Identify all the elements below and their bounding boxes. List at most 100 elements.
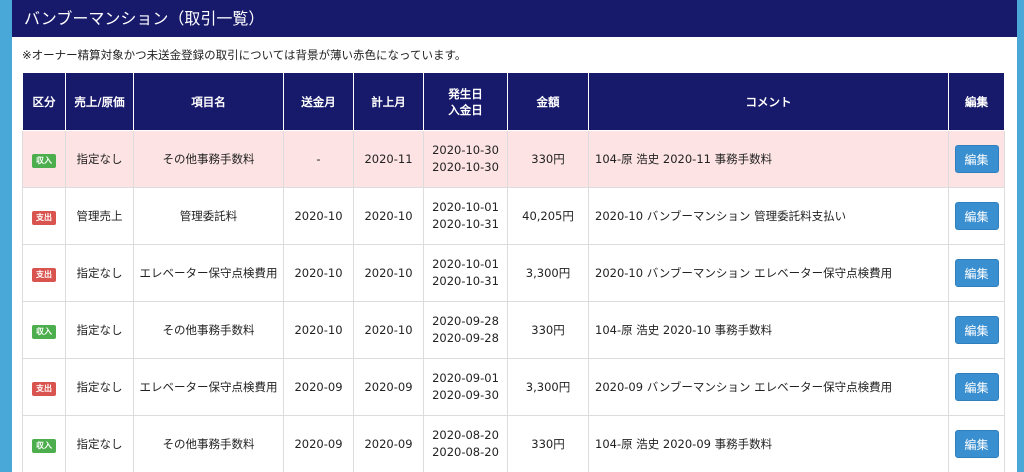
edit-cell: 編集 (948, 130, 1005, 188)
header-book-month: 計上月 (353, 72, 424, 131)
occurred-date: 2020-09-01 (432, 371, 499, 385)
comment-cell: 104-原 浩史 2020-11 事務手数料 (588, 130, 949, 188)
remit-month-cell: 2020-09 (283, 415, 354, 472)
book-month-cell: 2020-09 (353, 415, 424, 472)
book-month-cell: 2020-10 (353, 244, 424, 302)
edit-cell: 編集 (948, 187, 1005, 245)
remit-month-cell: 2020-10 (283, 244, 354, 302)
edit-button[interactable]: 編集 (954, 316, 999, 344)
item-cell: エレベーター保守点検費用 (133, 244, 284, 302)
header-dates: 発生日 入金日 (423, 72, 508, 131)
edit-cell: 編集 (948, 301, 1005, 359)
remit-month-cell: 2020-10 (283, 187, 354, 245)
table-header-row: 区分 売上/原価 項目名 送金月 計上月 発生日 入金日 金額 コメント 編集 (22, 72, 1005, 131)
table-row: 収入 指定なし その他事務手数料 2020-10 2020-10 2020-09-28 20… (22, 301, 1005, 359)
table-row: 収入 指定なし その他事務手数料 2020-09 2020-09 2020-08-20 20… (22, 415, 1005, 472)
table-row: 支出 指定なし エレベーター保守点検費用 2020-10 2020-10 2020-10-… (22, 244, 1005, 302)
header-occurred-date: 発生日 (448, 86, 483, 101)
comment-cell: 104-原 浩史 2020-09 事務手数料 (588, 415, 949, 472)
amount-cell: 3,300円 (507, 358, 589, 416)
sales-cost-cell: 指定なし (65, 415, 134, 472)
header-paid-date: 入金日 (448, 102, 483, 117)
comment-cell: 104-原 浩史 2020-10 事務手数料 (588, 301, 949, 359)
header-amount: 金額 (507, 72, 589, 131)
amount-cell: 3,300円 (507, 244, 589, 302)
income-badge: 収入 (32, 153, 56, 168)
paid-date: 2020-10-31 (432, 217, 499, 231)
page-title: バンブーマンション（取引一覧） (12, 0, 1017, 37)
remit-month-cell: 2020-10 (283, 301, 354, 359)
highlight-note: ※オーナー精算対象かつ未送金登録の取引については背景が薄い赤色になっています。 (22, 48, 467, 62)
item-cell: 管理委託料 (133, 187, 284, 245)
sales-cost-cell: 指定なし (65, 358, 134, 416)
edit-cell: 編集 (948, 358, 1005, 416)
main-panel: バンブーマンション（取引一覧） ※オーナー精算対象かつ未送金登録の取引については… (12, 0, 1017, 472)
dates-cell: 2020-10-30 2020-10-30 (423, 130, 508, 188)
header-sales-cost: 売上/原価 (65, 72, 134, 131)
edit-cell: 編集 (948, 244, 1005, 302)
dates-cell: 2020-10-01 2020-10-31 (423, 244, 508, 302)
amount-cell: 330円 (507, 301, 589, 359)
expense-badge: 支出 (32, 267, 56, 282)
sales-cost-cell: 指定なし (65, 244, 134, 302)
occurred-date: 2020-10-01 (432, 257, 499, 271)
edit-cell: 編集 (948, 415, 1005, 472)
book-month-cell: 2020-10 (353, 187, 424, 245)
occurred-date: 2020-10-01 (432, 200, 499, 214)
paid-date: 2020-10-30 (432, 160, 499, 174)
sales-cost-cell: 指定なし (65, 301, 134, 359)
expense-badge: 支出 (32, 210, 56, 225)
income-badge: 収入 (32, 438, 56, 453)
edit-button[interactable]: 編集 (954, 145, 999, 173)
occurred-date: 2020-08-20 (432, 428, 499, 442)
table-row: 支出 管理売上 管理委託料 2020-10 2020-10 2020-10-01 2020-… (22, 187, 1005, 245)
header-item: 項目名 (133, 72, 284, 131)
header-remit-month: 送金月 (283, 72, 354, 131)
item-cell: その他事務手数料 (133, 415, 284, 472)
amount-cell: 330円 (507, 415, 589, 472)
item-cell: その他事務手数料 (133, 301, 284, 359)
book-month-cell: 2020-11 (353, 130, 424, 188)
income-badge: 収入 (32, 324, 56, 339)
table-row: 支出 指定なし エレベーター保守点検費用 2020-09 2020-09 2020-09-… (22, 358, 1005, 416)
item-cell: エレベーター保守点検費用 (133, 358, 284, 416)
amount-cell: 330円 (507, 130, 589, 188)
comment-cell: 2020-10 バンブーマンション エレベーター保守点検費用 (588, 244, 949, 302)
sales-cost-cell: 管理売上 (65, 187, 134, 245)
paid-date: 2020-08-20 (432, 445, 499, 459)
paid-date: 2020-10-31 (432, 274, 499, 288)
book-month-cell: 2020-09 (353, 358, 424, 416)
occurred-date: 2020-10-30 (432, 143, 499, 157)
table-row: 収入 指定なし その他事務手数料 -2020-11 2020-10-30 2020-10-… (22, 130, 1005, 188)
edit-button[interactable]: 編集 (954, 259, 999, 287)
category-cell: 支出 (22, 358, 66, 416)
transactions-table: 区分 売上/原価 項目名 送金月 計上月 発生日 入金日 金額 コメント 編集 … (22, 72, 1005, 472)
dates-cell: 2020-09-28 2020-09-28 (423, 301, 508, 359)
item-cell: その他事務手数料 (133, 130, 284, 188)
book-month-cell: 2020-10 (353, 301, 424, 359)
header-edit: 編集 (948, 72, 1005, 131)
comment-cell: 2020-10 バンブーマンション 管理委託料支払い (588, 187, 949, 245)
expense-badge: 支出 (32, 381, 56, 396)
dates-cell: 2020-08-20 2020-08-20 (423, 415, 508, 472)
edit-button[interactable]: 編集 (954, 430, 999, 458)
paid-date: 2020-09-30 (432, 388, 499, 402)
category-cell: 収入 (22, 130, 66, 188)
category-cell: 支出 (22, 187, 66, 245)
dates-cell: 2020-10-01 2020-10-31 (423, 187, 508, 245)
remit-month-cell: - (283, 130, 354, 188)
category-cell: 支出 (22, 244, 66, 302)
edit-button[interactable]: 編集 (954, 373, 999, 401)
sales-cost-cell: 指定なし (65, 130, 134, 188)
header-comment: コメント (588, 72, 949, 131)
amount-cell: 40,205円 (507, 187, 589, 245)
header-category: 区分 (22, 72, 66, 131)
comment-cell: 2020-09 バンブーマンション エレベーター保守点検費用 (588, 358, 949, 416)
occurred-date: 2020-09-28 (432, 314, 499, 328)
dates-cell: 2020-09-01 2020-09-30 (423, 358, 508, 416)
edit-button[interactable]: 編集 (954, 202, 999, 230)
remit-month-cell: 2020-09 (283, 358, 354, 416)
paid-date: 2020-09-28 (432, 331, 499, 345)
category-cell: 収入 (22, 415, 66, 472)
category-cell: 収入 (22, 301, 66, 359)
